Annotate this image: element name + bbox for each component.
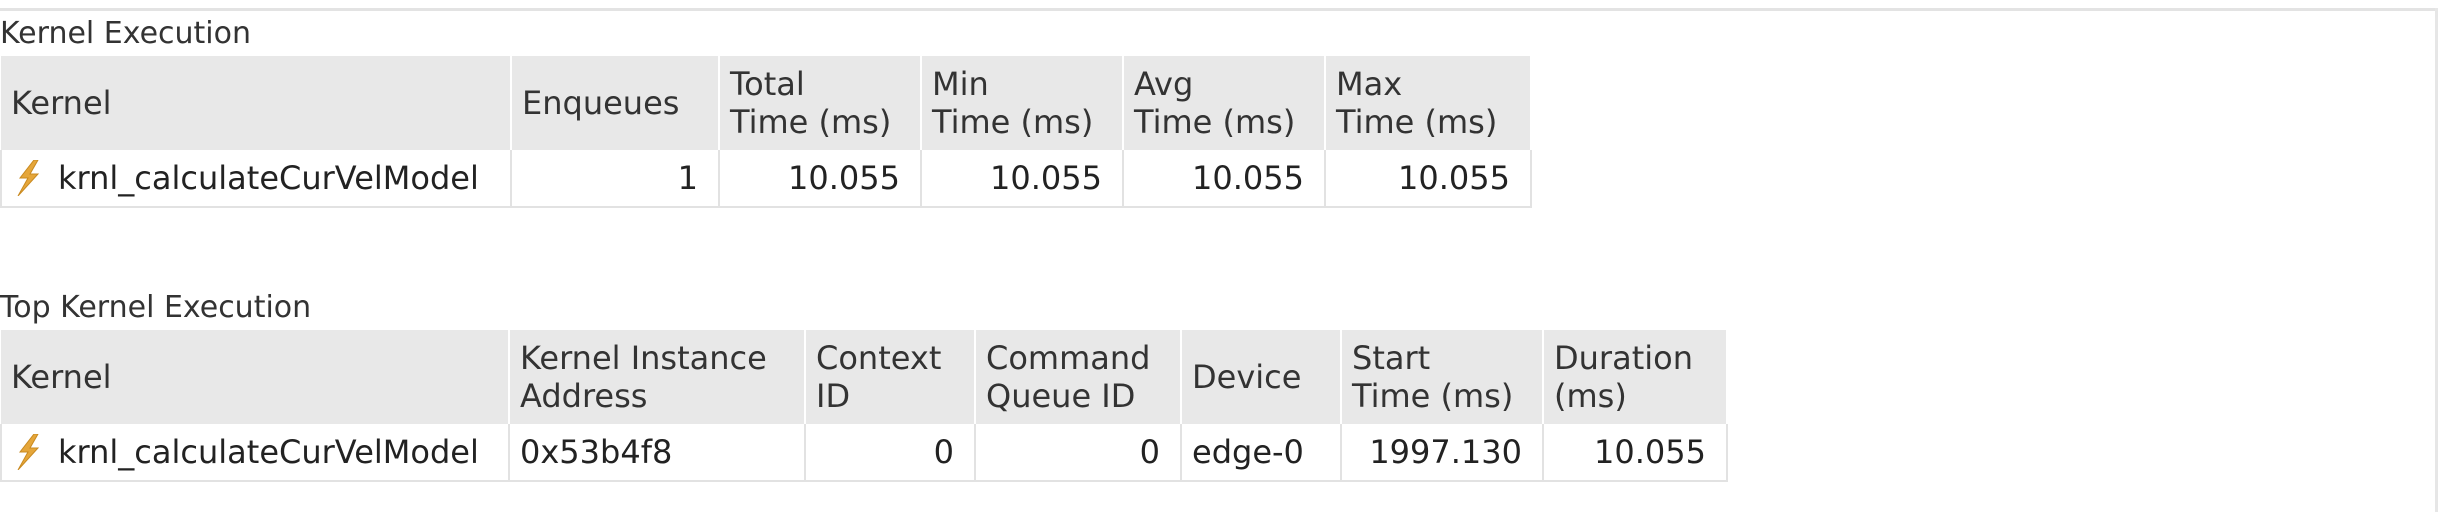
kernel-execution-table: Kernel Enqueues Total Time (ms) Min Time… — [0, 56, 1532, 208]
column-header-avg-time[interactable]: Avg Time (ms) — [1123, 56, 1326, 150]
kernel-execution-title: Kernel Execution — [0, 16, 252, 51]
table-row[interactable]: krnl_calculateCurVelModel 1 10.055 10.05… — [0, 150, 1532, 208]
total-time-cell: 10.055 — [718, 150, 922, 208]
min-time-cell: 10.055 — [920, 150, 1124, 208]
address-cell: 0x53b4f8 — [508, 424, 806, 482]
column-header-max-time[interactable]: Max Time (ms) — [1325, 56, 1532, 150]
start-time-cell: 1997.130 — [1340, 424, 1544, 482]
top-kernel-execution-title: Top Kernel Execution — [0, 290, 312, 325]
column-header-total-time[interactable]: Total Time (ms) — [719, 56, 922, 150]
kernel-cell: krnl_calculateCurVelModel — [0, 424, 510, 482]
kernel-cell: krnl_calculateCurVelModel — [0, 150, 512, 208]
kernel-name: krnl_calculateCurVelModel — [58, 159, 479, 197]
enqueues-cell: 1 — [510, 150, 720, 208]
table-header-row: Kernel Kernel Instance Address Context I… — [1, 330, 1728, 424]
column-header-kernel-instance-address[interactable]: Kernel Instance Address — [509, 330, 806, 424]
column-header-kernel[interactable]: Kernel — [1, 330, 510, 424]
table-header-row: Kernel Enqueues Total Time (ms) Min Time… — [1, 56, 1532, 150]
column-header-context-id[interactable]: Context ID — [805, 330, 976, 424]
lightning-bolt-icon — [17, 434, 40, 470]
column-header-start-time[interactable]: Start Time (ms) — [1341, 330, 1544, 424]
avg-time-cell: 10.055 — [1122, 150, 1326, 208]
context-id-cell: 0 — [804, 424, 976, 482]
top-divider — [0, 8, 2438, 11]
column-header-duration[interactable]: Duration (ms) — [1543, 330, 1728, 424]
column-header-command-queue-id[interactable]: Command Queue ID — [975, 330, 1182, 424]
top-kernel-execution-table: Kernel Kernel Instance Address Context I… — [0, 330, 1728, 482]
table-row[interactable]: krnl_calculateCurVelModel 0x53b4f8 0 0 e… — [0, 424, 1728, 482]
column-header-enqueues[interactable]: Enqueues — [511, 56, 720, 150]
lightning-bolt-icon — [17, 160, 40, 196]
device-cell: edge-0 — [1180, 424, 1342, 482]
column-header-device[interactable]: Device — [1181, 330, 1342, 424]
max-time-cell: 10.055 — [1324, 150, 1532, 208]
duration-cell: 10.055 — [1542, 424, 1728, 482]
queue-id-cell: 0 — [974, 424, 1182, 482]
kernel-name: krnl_calculateCurVelModel — [58, 433, 479, 471]
column-header-min-time[interactable]: Min Time (ms) — [921, 56, 1124, 150]
column-header-kernel[interactable]: Kernel — [1, 56, 512, 150]
